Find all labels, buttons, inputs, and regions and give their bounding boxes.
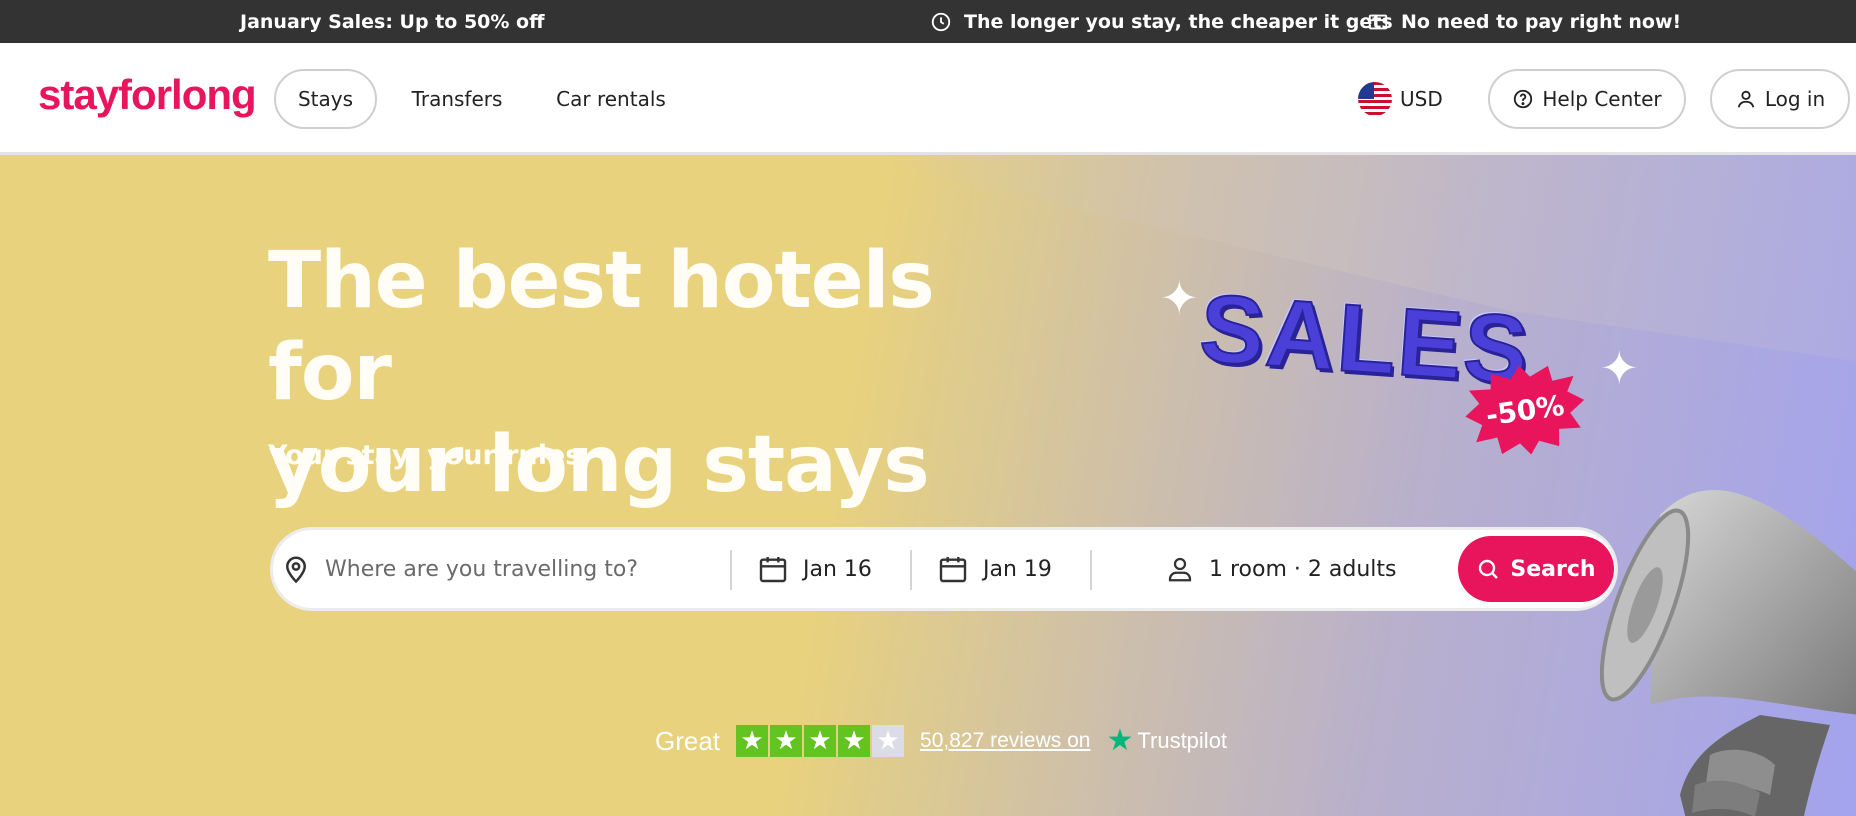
trustpilot-brand: Trustpilot — [1137, 728, 1228, 753]
search-button[interactable]: Search — [1458, 536, 1614, 602]
login-button[interactable]: Log in — [1710, 69, 1850, 129]
trustpilot-logo[interactable]: ★ Trustpilot — [1106, 726, 1227, 756]
divider — [910, 550, 912, 590]
promo-longer-stay-text: The longer you stay, the cheaper it gets — [964, 10, 1393, 33]
nav-stays[interactable]: Stays — [274, 69, 377, 129]
promo-bar: January Sales: Up to 50% off The longer … — [0, 0, 1856, 43]
help-center-label: Help Center — [1542, 87, 1662, 111]
user-icon — [1737, 90, 1755, 108]
calendar-icon — [939, 557, 967, 583]
sales-badge-text: SALES — [1196, 274, 1535, 406]
currency-label: USD — [1400, 87, 1443, 111]
hero-title-line1: The best hotels for — [268, 236, 935, 418]
nav-car-rentals[interactable]: Car rentals — [548, 69, 674, 129]
divider — [1090, 550, 1092, 590]
checkout-field[interactable]: Jan 19 — [937, 530, 1052, 608]
trust-reviews-link[interactable]: 50,827 reviews on — [920, 729, 1090, 753]
search-button-label: Search — [1510, 556, 1596, 582]
hero-subtitle: Your stay, your rules — [268, 440, 582, 471]
promo-sale-text: January Sales: Up to 50% off — [240, 10, 545, 33]
promo-no-pay: No need to pay right now! — [1367, 0, 1681, 43]
help-icon — [1514, 89, 1533, 109]
hero-section: The best hotels for your long stays Your… — [0, 155, 1856, 816]
sparkle-icon: ✦ — [1600, 341, 1639, 395]
star-filled-icon: ★ — [736, 725, 769, 757]
promo-no-pay-text: No need to pay right now! — [1401, 10, 1682, 33]
star-filled-icon: ★ — [804, 725, 837, 757]
site-header: stayforlong Stays Transfers Car rentals … — [0, 43, 1856, 155]
search-icon — [1479, 559, 1499, 579]
star-empty-icon: ★ — [872, 725, 905, 757]
guests-field[interactable]: 1 room · 2 adults — [1165, 530, 1396, 608]
login-label: Log in — [1764, 87, 1826, 111]
search-bar: Jan 16 Jan 19 1 room · 2 adults Search — [270, 527, 1618, 611]
checkout-date: Jan 19 — [983, 556, 1052, 582]
checkin-field[interactable]: Jan 16 — [757, 530, 872, 608]
destination-input[interactable] — [325, 556, 705, 582]
trust-stars: ★ ★ ★ ★ ★ — [736, 725, 905, 757]
star-filled-icon: ★ — [838, 725, 871, 757]
star-filled-icon: ★ — [770, 725, 803, 757]
nav-transfers[interactable]: Transfers — [400, 69, 514, 129]
clock-icon — [931, 12, 951, 31]
person-icon — [1168, 557, 1192, 582]
credit-card-icon — [1368, 14, 1388, 29]
megaphone-illustration — [1600, 490, 1856, 816]
currency-selector[interactable]: USD — [1358, 81, 1443, 117]
location-pin-icon — [285, 556, 307, 584]
promo-sale: January Sales: Up to 50% off — [240, 0, 545, 43]
destination-field[interactable] — [281, 530, 721, 608]
us-flag-icon — [1358, 82, 1392, 116]
trust-rating-word: Great — [655, 725, 721, 756]
divider — [730, 550, 732, 590]
guests-value: 1 room · 2 adults — [1209, 556, 1397, 582]
sales-badge: ✦ ✦ SALES -50% — [1160, 271, 1660, 455]
checkin-date: Jan 16 — [803, 556, 872, 582]
trustpilot-widget: Great ★ ★ ★ ★ ★ 50,827 reviews on ★ Trustpil… — [655, 723, 1227, 759]
logo[interactable]: stayforlong — [38, 71, 257, 119]
trustpilot-star-icon: ★ — [1106, 724, 1134, 757]
sparkle-icon: ✦ — [1160, 271, 1199, 325]
promo-longer-stay: The longer you stay, the cheaper it gets — [930, 0, 1393, 43]
calendar-icon — [759, 557, 787, 583]
help-center-button[interactable]: Help Center — [1488, 69, 1686, 129]
